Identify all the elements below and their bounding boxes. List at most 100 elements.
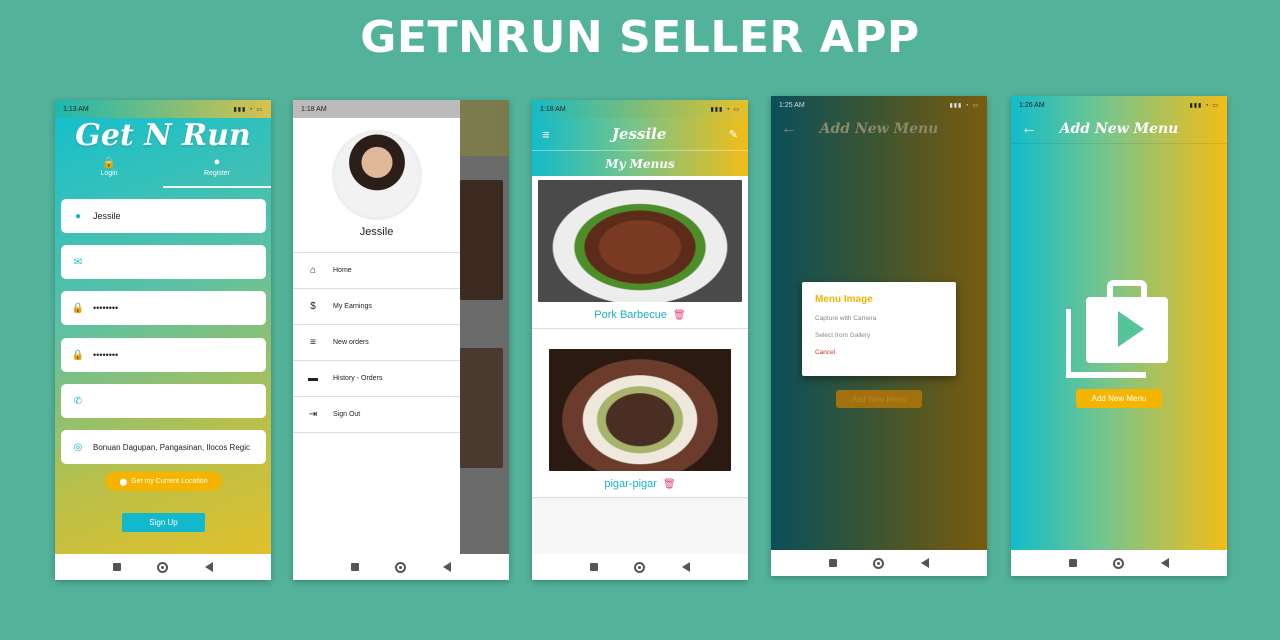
register-screen: 1:13 AM ▮▮▮ ◔ ▭ Get N Run 🔒 Login ● Regi… (55, 100, 271, 580)
truck-icon: ▬ (308, 373, 318, 384)
drawer-item-sign-out[interactable]: ⇥ Sign Out (293, 397, 460, 433)
tab-register[interactable]: ● Register (163, 154, 271, 188)
lock-icon: 🔒 (71, 349, 85, 361)
dialog-title: Menu Image (815, 294, 873, 305)
recents-icon[interactable] (829, 559, 838, 567)
name-field[interactable]: ● Jessile (61, 199, 266, 233)
password-field[interactable]: 🔒 •••••••• (61, 291, 266, 325)
nav-bar (55, 554, 271, 580)
drawer-item-new-orders[interactable]: ≡ New orders (293, 325, 460, 361)
nav-bar (532, 554, 748, 580)
address-value: Bonuan Dagupan, Pangasinan, Ilocos Regic (93, 442, 250, 452)
location-icon: ◎ (73, 441, 83, 453)
menu-icon[interactable]: ≡ (542, 127, 550, 142)
signal-icon: ▮▮▮ ◔ ▭ (710, 106, 740, 113)
recents-icon[interactable] (1069, 559, 1078, 567)
cancel-option[interactable]: Cancel (815, 349, 943, 356)
add-new-menu-button[interactable]: Add New Menu (1076, 389, 1162, 408)
lock-icon: 🔒 (71, 302, 85, 314)
food-image (549, 349, 731, 471)
exit-icon: ⇥ (308, 409, 318, 420)
address-field[interactable]: ◎ Bonuan Dagupan, Pangasinan, Ilocos Reg… (61, 430, 266, 464)
drawer-item-label: Home (333, 267, 352, 274)
status-time: 1:25 AM (779, 101, 805, 109)
recents-icon[interactable] (590, 563, 599, 571)
app-bar-title: Jessile (611, 125, 667, 143)
home-nav-icon[interactable] (634, 561, 646, 573)
confirm-password-value: •••••••• (93, 350, 119, 360)
avatar (331, 130, 422, 220)
status-bar: 1:25 AM ▮▮▮ ◔ ▭ (771, 96, 987, 114)
tab-login-label: Login (100, 170, 118, 177)
password-value: •••••••• (93, 303, 119, 313)
tab-indicator (163, 186, 271, 188)
status-bar: 1:13 AM ▮▮▮ ◔ ▭ (55, 100, 271, 118)
back-nav-icon[interactable] (920, 558, 929, 568)
back-arrow-icon[interactable]: ← (1021, 120, 1037, 138)
select-gallery-option[interactable]: Select from Gallery (815, 332, 943, 339)
phone-field[interactable]: ✆ (61, 384, 266, 418)
delete-icon[interactable]: 🗑 (663, 479, 676, 490)
recents-icon[interactable] (113, 563, 122, 571)
status-bar: 1:18 AM (293, 100, 460, 118)
back-nav-icon[interactable] (442, 562, 451, 572)
email-field[interactable]: ✉ (61, 245, 266, 279)
back-nav-icon[interactable] (681, 562, 690, 572)
drawer-item-home[interactable]: ⌂ Home (293, 253, 460, 289)
menu-name: Pork Barbecue 🗑 (594, 309, 686, 321)
signup-button[interactable]: Sign Up (122, 513, 205, 532)
person-icon: ● (213, 156, 221, 168)
menu-card[interactable]: pigar-pigar 🗑 (532, 329, 748, 498)
status-bar: 1:26 AM ▮▮▮ ◔ ▭ (1011, 96, 1227, 114)
home-nav-icon[interactable] (157, 561, 169, 573)
add-new-menu-button[interactable]: Add New Menu (836, 390, 922, 408)
get-location-button[interactable]: ⬤ Get my Current Location (105, 472, 222, 491)
status-bar: 1:18 AM ▮▮▮ ◔ ▭ (532, 100, 748, 118)
add-menu-screen: 1:26 AM ▮▮▮ ◔ ▭ ← Add New Menu Add New M… (1011, 96, 1227, 576)
home-nav-icon[interactable] (1113, 557, 1125, 569)
add-menu-dialog-screen: 1:25 AM ▮▮▮ ◔ ▭ ← Add New Menu Add New M… (771, 96, 987, 576)
background-app (460, 100, 509, 580)
menu-card[interactable]: Pork Barbecue 🗑 (532, 176, 748, 329)
signal-icon: ▮▮▮ ◔ ▭ (949, 102, 979, 109)
signal-icon: ▮▮▮ ◔ ▭ (233, 106, 263, 113)
status-time: 1:18 AM (540, 105, 566, 113)
tab-register-label: Register (203, 170, 231, 177)
nav-bar (293, 554, 509, 580)
delete-icon[interactable]: 🗑 (673, 310, 686, 321)
phone-icon: ✆ (73, 395, 83, 407)
nav-bar (771, 550, 987, 576)
menu-name: pigar-pigar 🗑 (604, 478, 676, 490)
person-icon: ● (74, 210, 82, 222)
drawer-item-earnings[interactable]: $ My Earnings (293, 289, 460, 325)
status-time: 1:13 AM (63, 105, 89, 113)
get-location-label: Get my Current Location (131, 478, 208, 485)
page-subtitle: My Menus (532, 150, 748, 176)
signal-icon: ▮▮▮ ◔ ▭ (1189, 102, 1219, 109)
back-nav-icon[interactable] (1160, 558, 1169, 568)
pin-icon: ⬤ (119, 478, 128, 486)
home-nav-icon[interactable] (395, 561, 407, 573)
drawer-item-label: New orders (333, 339, 369, 346)
auth-tabs: 🔒 Login ● Register (55, 154, 271, 188)
app-bar: ← Add New Menu (1011, 114, 1227, 144)
back-nav-icon[interactable] (204, 562, 213, 572)
recents-icon[interactable] (351, 563, 360, 571)
drawer-menu: ⌂ Home $ My Earnings ≡ New orders ▬ Hist… (293, 252, 460, 433)
banner-title: GETNRUN SELLER APP (360, 12, 920, 63)
user-name: Jessile (359, 226, 394, 238)
email-icon: ✉ (73, 256, 83, 268)
tab-login[interactable]: 🔒 Login (55, 154, 163, 188)
add-post-icon[interactable]: ✎ (729, 128, 738, 141)
list-icon: ≡ (310, 337, 316, 348)
home-nav-icon[interactable] (873, 557, 885, 569)
drawer-item-history[interactable]: ▬ History - Orders (293, 361, 460, 397)
drawer-item-label: My Earnings (333, 303, 372, 310)
back-arrow-icon[interactable]: ← (781, 120, 797, 138)
shop-play-icon (1066, 280, 1168, 378)
status-time: 1:18 AM (301, 105, 327, 113)
lock-icon: 🔒 (102, 157, 116, 169)
capture-camera-option[interactable]: Capture with Camera (815, 315, 943, 322)
confirm-password-field[interactable]: 🔒 •••••••• (61, 338, 266, 372)
app-bar: ≡ Jessile ✎ (532, 118, 748, 150)
